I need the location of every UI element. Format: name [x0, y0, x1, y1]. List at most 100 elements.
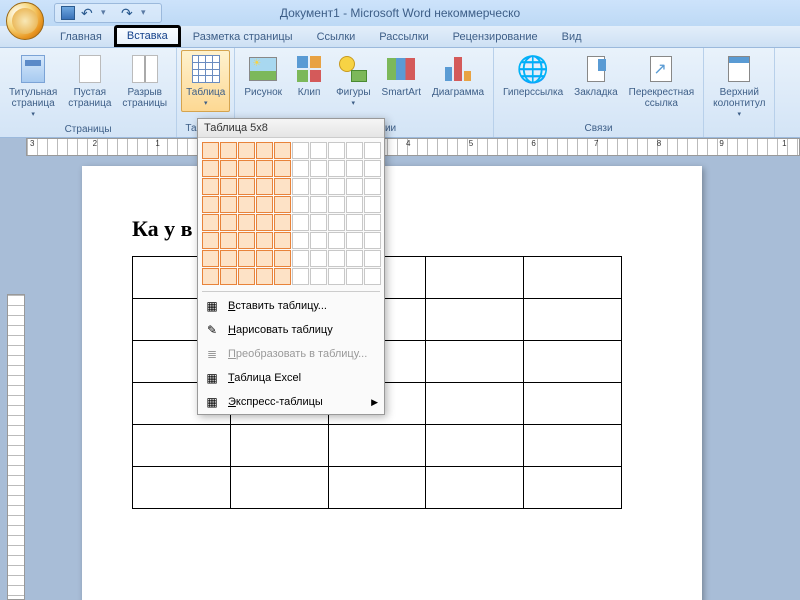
shapes-button[interactable]: Фигуры: [331, 50, 375, 112]
tab-Ссылки[interactable]: Ссылки: [305, 27, 368, 47]
grid-cell[interactable]: [364, 142, 381, 159]
clip-button[interactable]: Клип: [288, 50, 330, 101]
grid-cell[interactable]: [364, 268, 381, 285]
table-cell[interactable]: [524, 383, 622, 425]
table-cell[interactable]: [426, 425, 524, 467]
tab-Разметка страницы[interactable]: Разметка страницы: [181, 27, 305, 47]
save-icon[interactable]: [61, 6, 75, 20]
picture-button[interactable]: Рисунок: [239, 50, 287, 101]
grid-cell[interactable]: [256, 142, 273, 159]
table-cell[interactable]: [426, 257, 524, 299]
grid-cell[interactable]: [220, 214, 237, 231]
table-cell[interactable]: [524, 425, 622, 467]
table-cell[interactable]: [426, 299, 524, 341]
grid-cell[interactable]: [328, 160, 345, 177]
hyperlink-button[interactable]: 🌐Гиперссылка: [498, 50, 568, 101]
redo-icon[interactable]: [121, 6, 135, 20]
grid-cell[interactable]: [274, 196, 291, 213]
header-button[interactable]: Верхнийколонтитул: [708, 50, 770, 123]
grid-cell[interactable]: [256, 232, 273, 249]
grid-cell[interactable]: [274, 250, 291, 267]
crossref-button[interactable]: Перекрестнаяссылка: [624, 50, 699, 112]
grid-cell[interactable]: [220, 178, 237, 195]
document-page[interactable]: Ка у в Ворде: [82, 166, 702, 600]
grid-cell[interactable]: [274, 268, 291, 285]
grid-cell[interactable]: [328, 268, 345, 285]
grid-cell[interactable]: [274, 160, 291, 177]
grid-cell[interactable]: [292, 196, 309, 213]
grid-cell[interactable]: [292, 142, 309, 159]
grid-cell[interactable]: [292, 178, 309, 195]
grid-cell[interactable]: [256, 160, 273, 177]
tab-Вставка[interactable]: Вставка: [114, 25, 181, 47]
grid-cell[interactable]: [202, 250, 219, 267]
grid-cell[interactable]: [310, 178, 327, 195]
grid-cell[interactable]: [274, 178, 291, 195]
grid-cell[interactable]: [238, 142, 255, 159]
table-cell[interactable]: [426, 467, 524, 509]
grid-cell[interactable]: [346, 178, 363, 195]
table-cell[interactable]: [328, 425, 426, 467]
grid-cell[interactable]: [364, 160, 381, 177]
table-cell[interactable]: [524, 299, 622, 341]
table-cell[interactable]: [524, 257, 622, 299]
table-button[interactable]: Таблица: [181, 50, 230, 112]
grid-cell[interactable]: [292, 214, 309, 231]
grid-cell[interactable]: [364, 196, 381, 213]
tab-Рецензирование[interactable]: Рецензирование: [441, 27, 550, 47]
grid-cell[interactable]: [202, 196, 219, 213]
undo-icon[interactable]: [81, 6, 95, 20]
table-cell[interactable]: [328, 467, 426, 509]
grid-cell[interactable]: [274, 214, 291, 231]
smartart-button[interactable]: SmartArt: [377, 50, 426, 101]
grid-cell[interactable]: [310, 160, 327, 177]
grid-cell[interactable]: [220, 196, 237, 213]
table-size-grid[interactable]: [198, 138, 384, 289]
table-cell[interactable]: [524, 341, 622, 383]
table-cell[interactable]: [133, 425, 231, 467]
table-cell[interactable]: [426, 383, 524, 425]
grid-cell[interactable]: [328, 250, 345, 267]
undo-dropdown-icon[interactable]: [101, 6, 115, 20]
grid-cell[interactable]: [238, 214, 255, 231]
table-cell[interactable]: [133, 467, 231, 509]
grid-cell[interactable]: [346, 160, 363, 177]
grid-cell[interactable]: [202, 268, 219, 285]
grid-cell[interactable]: [220, 232, 237, 249]
grid-cell[interactable]: [238, 196, 255, 213]
grid-cell[interactable]: [364, 178, 381, 195]
grid-cell[interactable]: [328, 142, 345, 159]
grid-cell[interactable]: [202, 178, 219, 195]
grid-cell[interactable]: [346, 268, 363, 285]
grid-cell[interactable]: [238, 178, 255, 195]
menu-item[interactable]: ▦Экспресс-таблицы▶: [198, 390, 384, 414]
table-cell[interactable]: [524, 467, 622, 509]
grid-cell[interactable]: [346, 142, 363, 159]
grid-cell[interactable]: [220, 268, 237, 285]
grid-cell[interactable]: [364, 232, 381, 249]
tab-Вид[interactable]: Вид: [550, 27, 594, 47]
cover-page-button[interactable]: Титульнаястраница: [4, 50, 62, 123]
table-cell[interactable]: [426, 341, 524, 383]
tab-Главная[interactable]: Главная: [48, 27, 114, 47]
grid-cell[interactable]: [310, 196, 327, 213]
grid-cell[interactable]: [274, 232, 291, 249]
vertical-ruler[interactable]: [7, 294, 25, 600]
grid-cell[interactable]: [202, 214, 219, 231]
grid-cell[interactable]: [364, 214, 381, 231]
chart-button[interactable]: Диаграмма: [427, 50, 489, 101]
grid-cell[interactable]: [202, 232, 219, 249]
grid-cell[interactable]: [310, 250, 327, 267]
grid-cell[interactable]: [256, 250, 273, 267]
grid-cell[interactable]: [256, 268, 273, 285]
page-break-button[interactable]: Разрывстраницы: [117, 50, 172, 112]
grid-cell[interactable]: [202, 142, 219, 159]
grid-cell[interactable]: [220, 142, 237, 159]
grid-cell[interactable]: [256, 196, 273, 213]
office-button[interactable]: [6, 2, 44, 40]
grid-cell[interactable]: [328, 232, 345, 249]
bookmark-button[interactable]: Закладка: [569, 50, 622, 101]
grid-cell[interactable]: [346, 232, 363, 249]
grid-cell[interactable]: [328, 214, 345, 231]
grid-cell[interactable]: [238, 160, 255, 177]
